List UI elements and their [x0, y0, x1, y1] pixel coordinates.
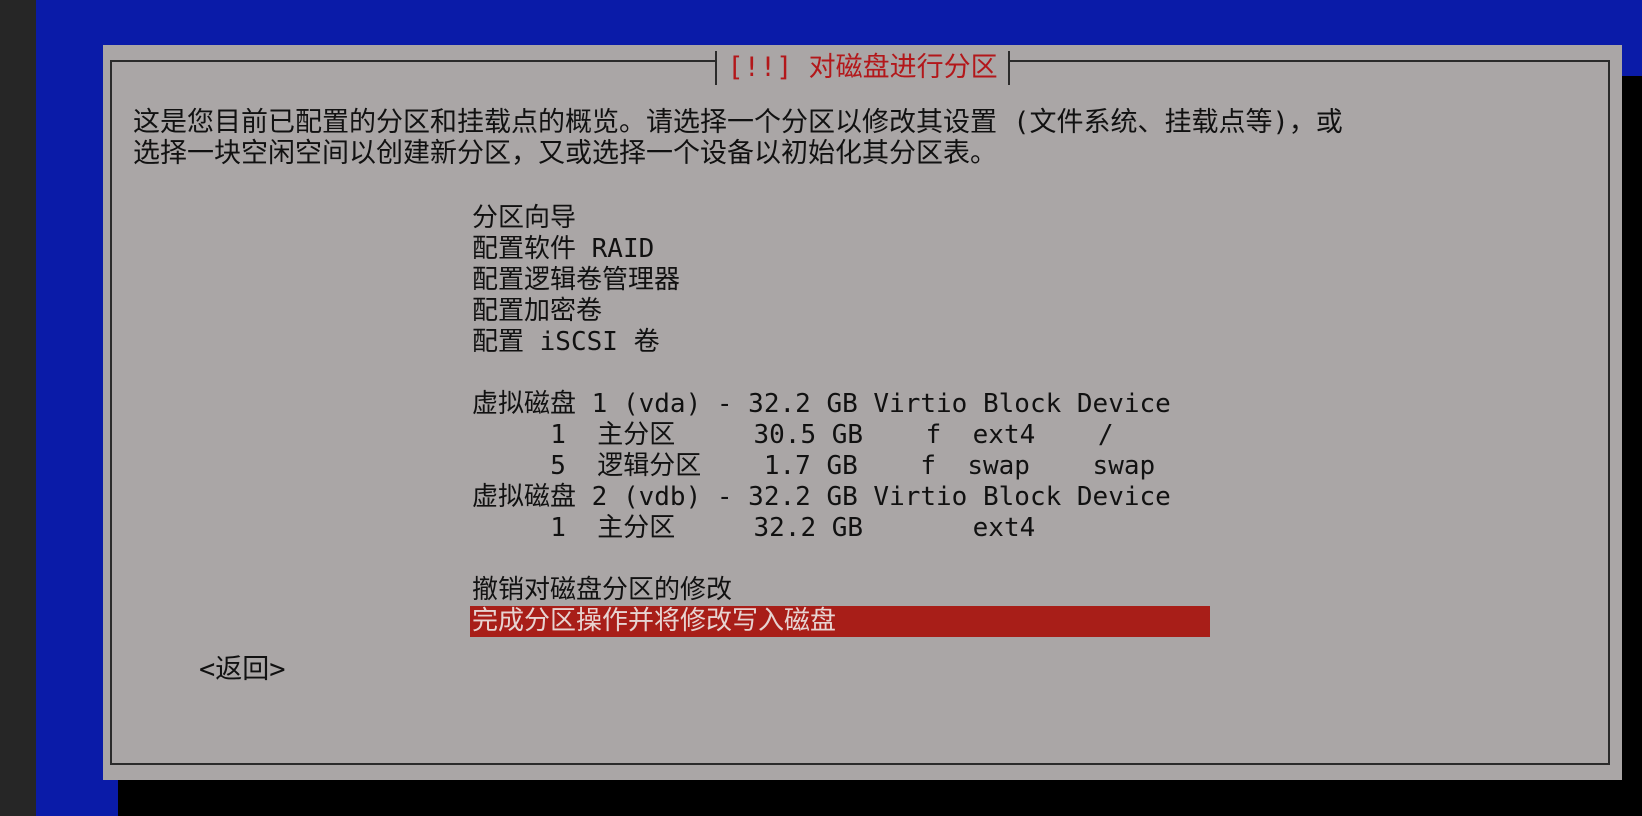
- partition-menu: 分区向导 配置软件 RAID 配置逻辑卷管理器 配置加密卷 配置 iSCSI 卷…: [470, 203, 1210, 637]
- menu-item-iscsi[interactable]: 配置 iSCSI 卷: [470, 327, 1210, 358]
- description-line: 选择一块空闲空间以创建新分区，又或选择一个设备以初始化其分区表。: [133, 138, 997, 169]
- menu-item-partition-vda1[interactable]: 1 主分区 30.5 GB f ext4 /: [470, 420, 1210, 451]
- menu-item-lvm[interactable]: 配置逻辑卷管理器: [470, 265, 1210, 296]
- installer-screen: [!!] 对磁盘进行分区 这是您目前已配置的分区和挂载点的概览。请选择一个分区以…: [36, 0, 1642, 816]
- menu-item-encrypted-volumes[interactable]: 配置加密卷: [470, 296, 1210, 327]
- back-button[interactable]: <返回>: [199, 652, 286, 688]
- menu-item-guided-partitioning[interactable]: 分区向导: [470, 203, 1210, 234]
- menu-item-finish-partitioning[interactable]: 完成分区操作并将修改写入磁盘: [470, 606, 1210, 637]
- partition-dialog: [!!] 对磁盘进行分区 这是您目前已配置的分区和挂载点的概览。请选择一个分区以…: [103, 45, 1622, 780]
- menu-item-undo-changes[interactable]: 撤销对磁盘分区的修改: [470, 575, 1210, 606]
- menu-item-disk-vdb[interactable]: 虚拟磁盘 2 (vdb) - 32.2 GB Virtio Block Devi…: [470, 482, 1210, 513]
- menu-spacer: [470, 358, 1210, 389]
- menu-item-disk-vda[interactable]: 虚拟磁盘 1 (vda) - 32.2 GB Virtio Block Devi…: [470, 389, 1210, 420]
- menu-spacer: [470, 544, 1210, 575]
- dialog-description: 这是您目前已配置的分区和挂载点的概览。请选择一个分区以修改其设置 (文件系统、挂…: [133, 107, 1553, 169]
- menu-item-partition-vdb1[interactable]: 1 主分区 32.2 GB ext4: [470, 513, 1210, 544]
- menu-item-partition-vda5[interactable]: 5 逻辑分区 1.7 GB f swap swap: [470, 451, 1210, 482]
- description-line: 这是您目前已配置的分区和挂载点的概览。请选择一个分区以修改其设置 (文件系统、挂…: [133, 107, 1343, 138]
- menu-item-software-raid[interactable]: 配置软件 RAID: [470, 234, 1210, 265]
